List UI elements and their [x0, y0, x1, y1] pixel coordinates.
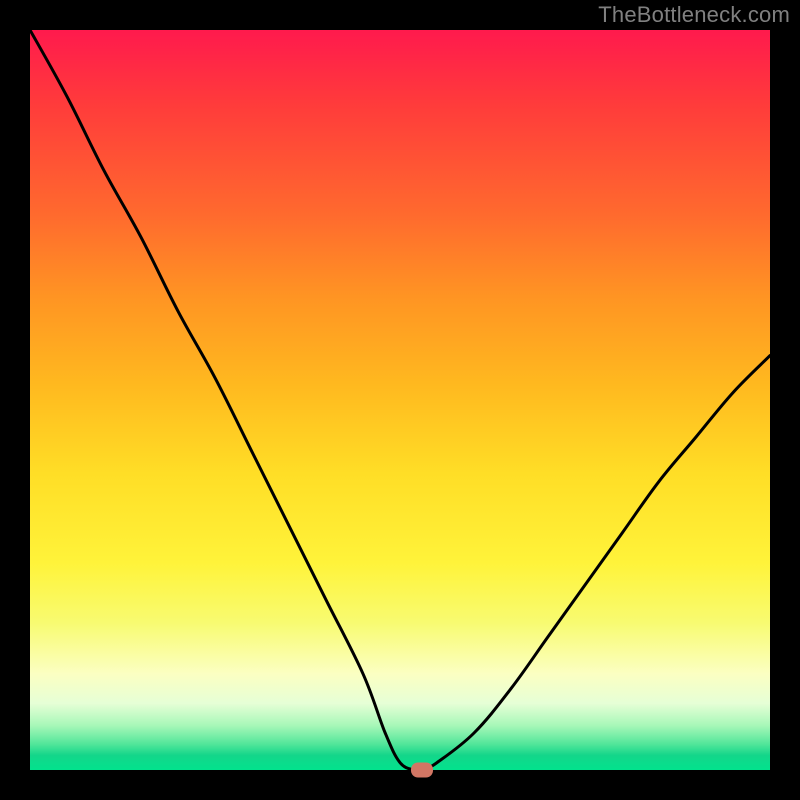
plot-area [30, 30, 770, 770]
chart-frame: TheBottleneck.com [0, 0, 800, 800]
curve-svg [30, 30, 770, 770]
watermark-text: TheBottleneck.com [598, 2, 790, 28]
bottleneck-curve [30, 30, 770, 771]
optimal-marker [411, 763, 433, 778]
